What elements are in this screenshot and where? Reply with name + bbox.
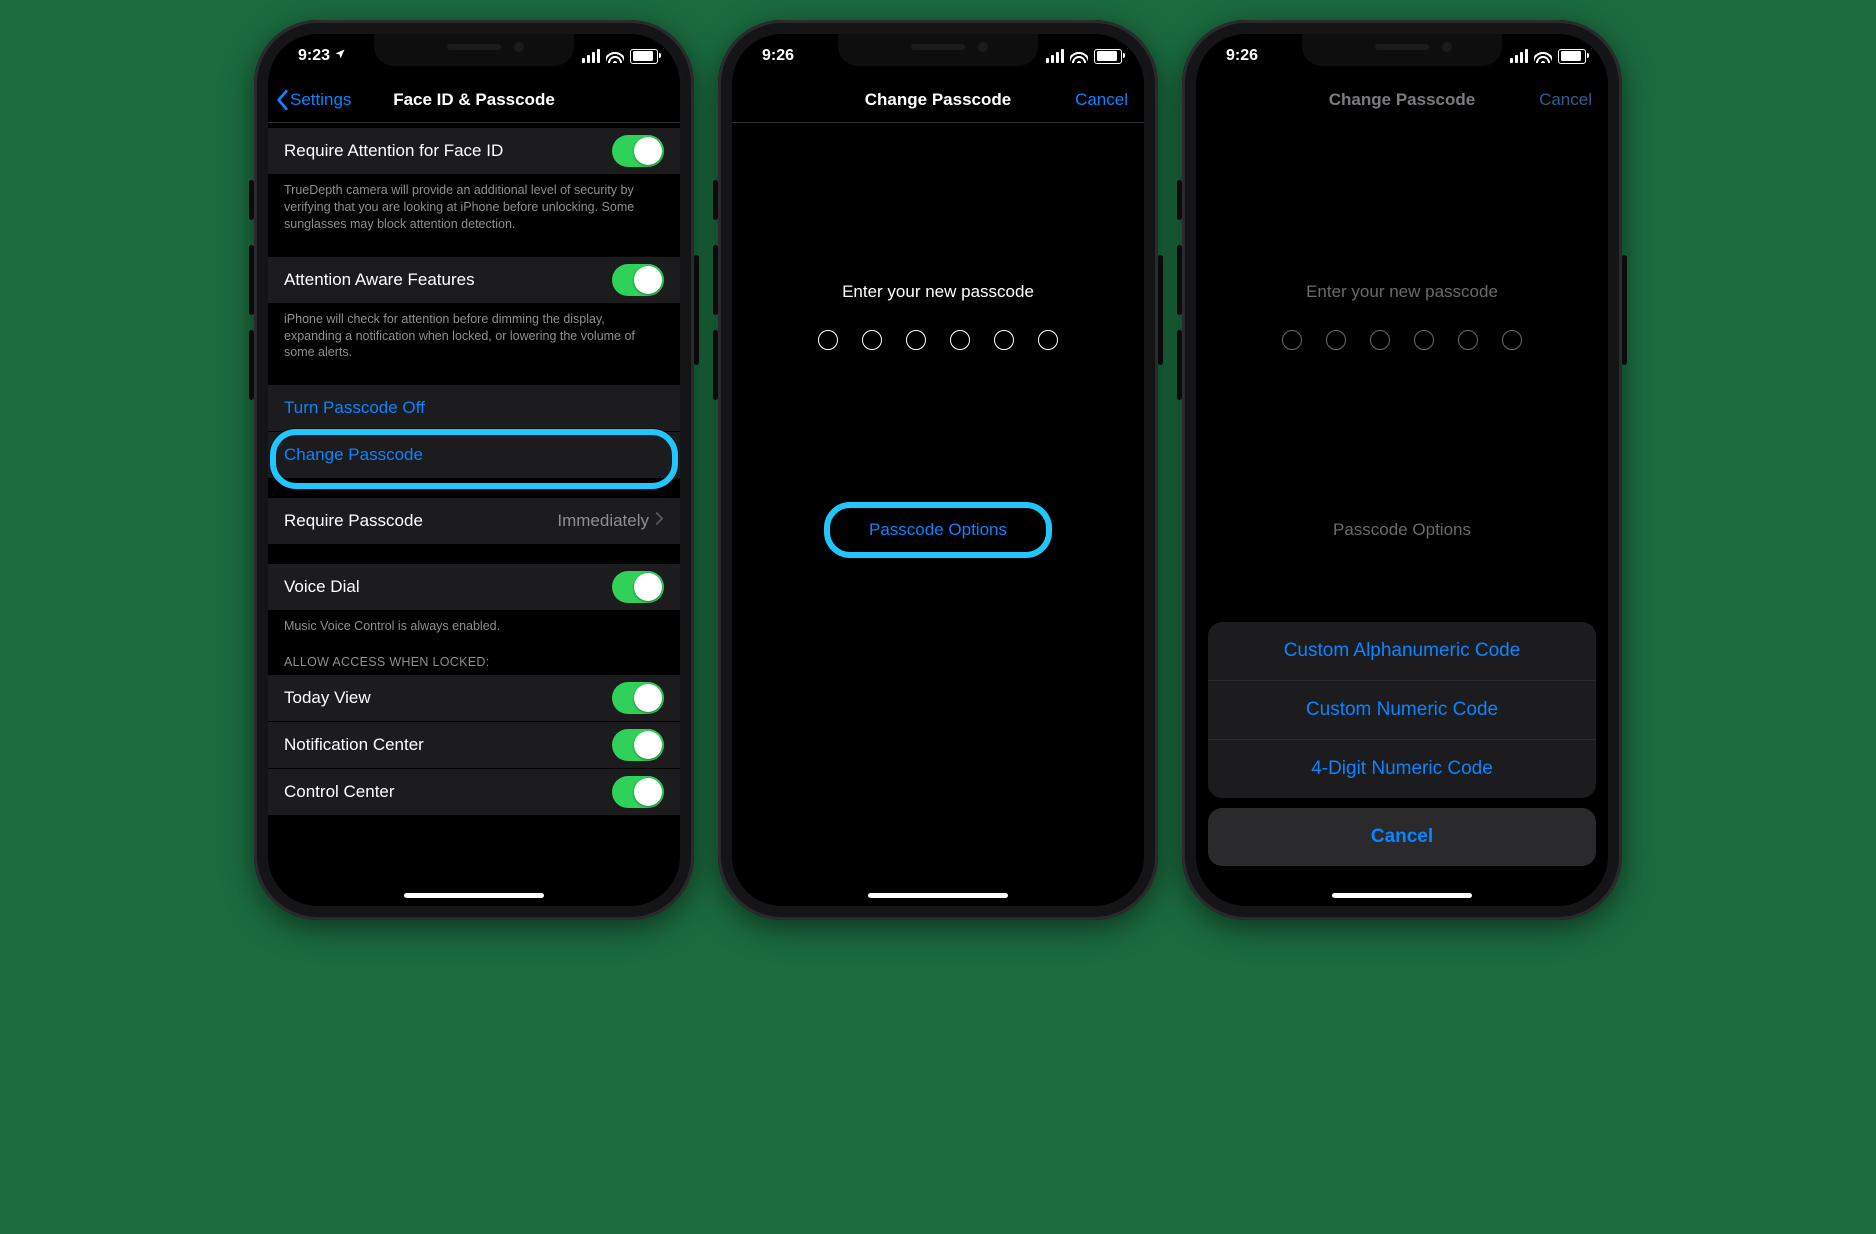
row-label: Turn Passcode Off xyxy=(284,398,664,418)
location-icon xyxy=(334,47,346,65)
nav-bar: Settings Face ID & Passcode xyxy=(268,78,680,123)
screen-change-passcode: 9:26 Change Passcode Cancel Enter your n… xyxy=(732,34,1144,906)
home-indicator[interactable] xyxy=(868,893,1008,898)
nav-bar: Change Passcode Cancel xyxy=(1196,78,1608,123)
toggle-on[interactable] xyxy=(612,776,664,808)
action-sheet-group: Custom Alphanumeric Code Custom Numeric … xyxy=(1208,622,1596,798)
nav-title: Face ID & Passcode xyxy=(393,90,555,110)
signal-icon xyxy=(1510,49,1528,63)
cancel-button[interactable]: Cancel xyxy=(1539,90,1592,110)
toggle-on[interactable] xyxy=(612,135,664,167)
nav-title: Change Passcode xyxy=(1329,90,1475,110)
passcode-prompt: Enter your new passcode xyxy=(732,282,1144,302)
row-footer: TrueDepth camera will provide an additio… xyxy=(268,174,680,237)
nav-bar: Change Passcode Cancel xyxy=(732,78,1144,123)
action-sheet: Custom Alphanumeric Code Custom Numeric … xyxy=(1208,622,1596,866)
passcode-options-button: Passcode Options xyxy=(1196,520,1608,540)
passcode-dots xyxy=(1196,330,1608,350)
nav-title: Change Passcode xyxy=(865,90,1011,110)
row-footer: iPhone will check for attention before d… xyxy=(268,303,680,366)
notch xyxy=(1302,34,1502,66)
row-control-center[interactable]: Control Center xyxy=(268,768,680,815)
row-require-attention[interactable]: Require Attention for Face ID xyxy=(268,128,680,174)
row-footer: Music Voice Control is always enabled. xyxy=(268,610,680,639)
signal-icon xyxy=(582,49,600,63)
phone-frame-1: 9:23 Settings Face ID & Passcode Requi xyxy=(254,20,694,920)
wifi-icon xyxy=(1070,50,1088,63)
sheet-option-alphanumeric[interactable]: Custom Alphanumeric Code xyxy=(1208,622,1596,680)
row-label: Attention Aware Features xyxy=(284,270,612,290)
passcode-entry: Enter your new passcode Passcode Options xyxy=(732,122,1144,906)
section-header: Allow Access When Locked: xyxy=(268,639,680,675)
row-attention-aware[interactable]: Attention Aware Features xyxy=(268,257,680,303)
screen-settings: 9:23 Settings Face ID & Passcode Requi xyxy=(268,34,680,906)
row-change-passcode[interactable]: Change Passcode xyxy=(268,431,680,478)
cancel-button[interactable]: Cancel xyxy=(1075,90,1128,110)
row-voice-dial[interactable]: Voice Dial xyxy=(268,564,680,610)
phone-frame-3: 9:26 Change Passcode Cancel Enter your n… xyxy=(1182,20,1622,920)
notch xyxy=(374,34,574,66)
battery-icon xyxy=(630,49,658,64)
settings-list[interactable]: Require Attention for Face ID TrueDepth … xyxy=(268,122,680,906)
screen-passcode-options-sheet: 9:26 Change Passcode Cancel Enter your n… xyxy=(1196,34,1608,906)
status-time: 9:26 xyxy=(1226,47,1258,65)
wifi-icon xyxy=(606,50,624,63)
row-require-passcode[interactable]: Require Passcode Immediately xyxy=(268,498,680,544)
signal-icon xyxy=(1046,49,1064,63)
row-notification-center[interactable]: Notification Center xyxy=(268,721,680,768)
home-indicator[interactable] xyxy=(1332,893,1472,898)
sheet-cancel-button[interactable]: Cancel xyxy=(1208,808,1596,866)
back-button[interactable]: Settings xyxy=(276,89,351,111)
row-label: Require Passcode xyxy=(284,511,557,531)
row-label: Require Attention for Face ID xyxy=(284,141,612,161)
row-today-view[interactable]: Today View xyxy=(268,675,680,721)
passcode-prompt: Enter your new passcode xyxy=(1196,282,1608,302)
status-time: 9:26 xyxy=(762,47,794,65)
back-label: Settings xyxy=(290,90,351,110)
toggle-on[interactable] xyxy=(612,729,664,761)
status-time: 9:23 xyxy=(298,47,330,65)
row-label: Notification Center xyxy=(284,735,612,755)
sheet-option-four-digit[interactable]: 4-Digit Numeric Code xyxy=(1208,739,1596,798)
row-label: Control Center xyxy=(284,782,612,802)
phone-frame-2: 9:26 Change Passcode Cancel Enter your n… xyxy=(718,20,1158,920)
row-turn-passcode-off[interactable]: Turn Passcode Off xyxy=(268,385,680,431)
passcode-options-button[interactable]: Passcode Options xyxy=(732,520,1144,540)
row-value: Immediately xyxy=(557,511,649,531)
toggle-on[interactable] xyxy=(612,682,664,714)
sheet-option-numeric[interactable]: Custom Numeric Code xyxy=(1208,680,1596,739)
wifi-icon xyxy=(1534,50,1552,63)
back-chevron-icon xyxy=(276,89,290,111)
toggle-on[interactable] xyxy=(612,264,664,296)
row-label: Change Passcode xyxy=(284,445,664,465)
row-label: Voice Dial xyxy=(284,577,612,597)
row-label: Today View xyxy=(284,688,612,708)
toggle-on[interactable] xyxy=(612,571,664,603)
battery-icon xyxy=(1094,49,1122,64)
disclosure-chevron-icon xyxy=(655,511,664,531)
notch xyxy=(838,34,1038,66)
battery-icon xyxy=(1558,49,1586,64)
passcode-dots xyxy=(732,330,1144,350)
home-indicator[interactable] xyxy=(404,893,544,898)
